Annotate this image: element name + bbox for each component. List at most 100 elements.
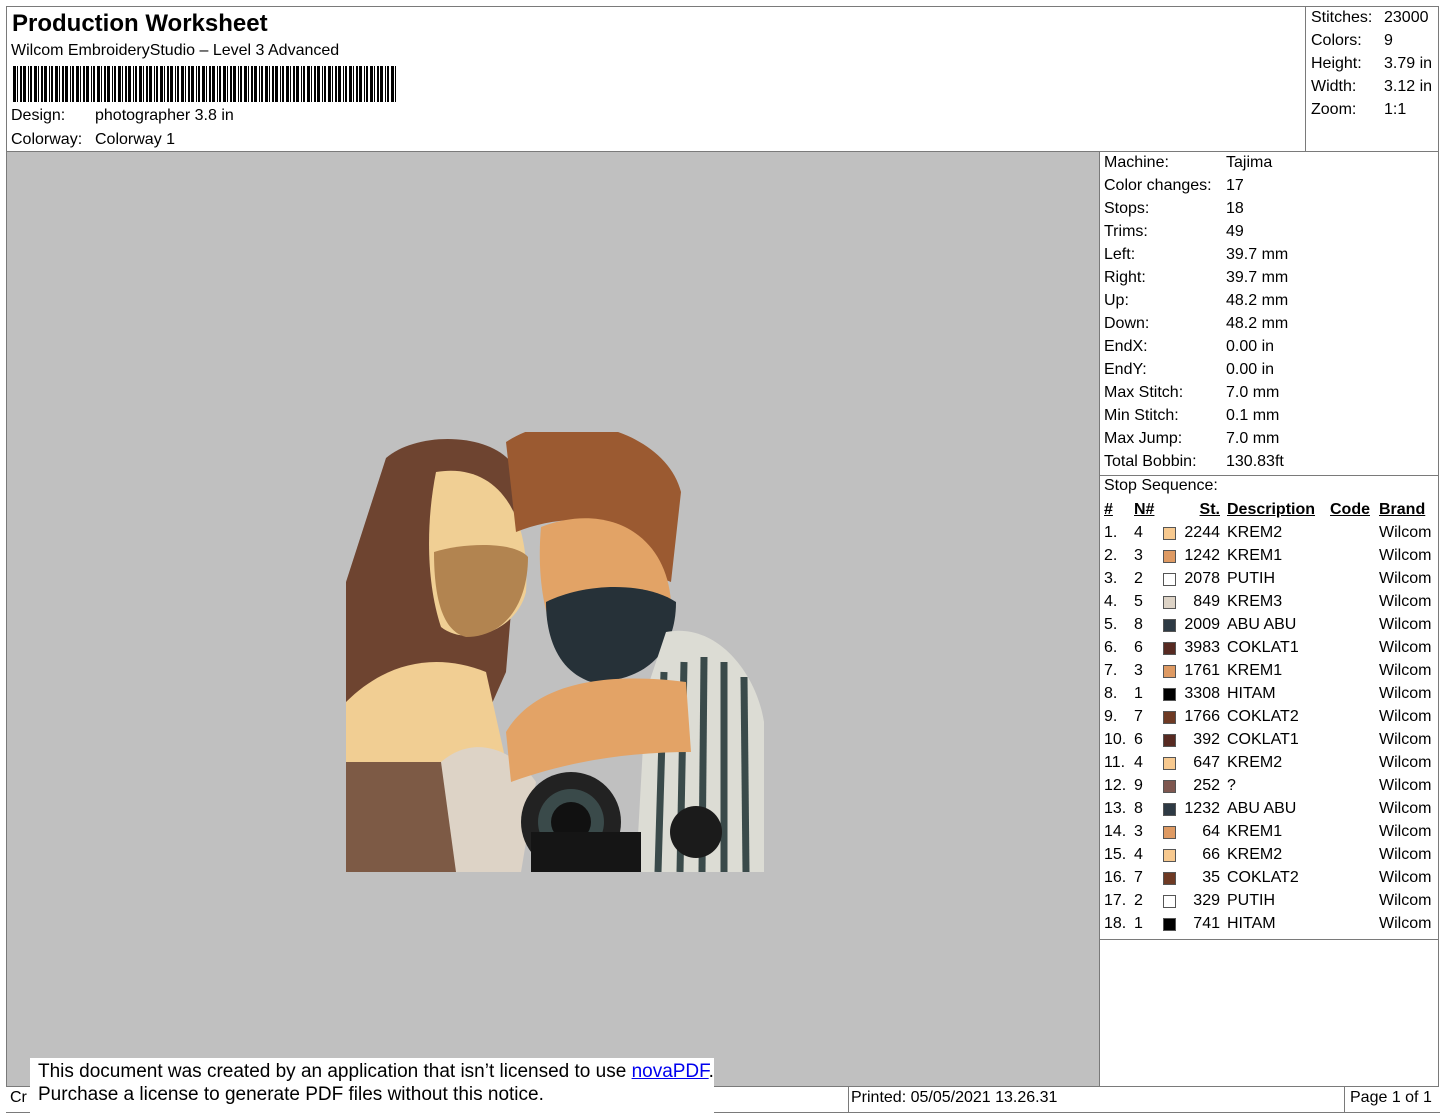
row-description: KREM1 xyxy=(1227,547,1283,564)
design-value: photographer 3.8 in xyxy=(95,107,234,124)
row-stitches: 2009 xyxy=(1184,616,1220,633)
row-description: ABU ABU xyxy=(1227,616,1297,633)
thread-color-swatch xyxy=(1163,757,1176,770)
stop-sequence-row: 16. 7 35 COKLAT2 Wilcom xyxy=(1100,868,1440,891)
info-label: EndY: xyxy=(1104,361,1147,378)
row-brand: Wilcom xyxy=(1379,754,1432,771)
design-row: Design: photographer 3.8 in xyxy=(11,107,234,125)
row-needle: 4 xyxy=(1134,754,1143,771)
machine-info-row: Left: 39.7 mm xyxy=(1104,245,1288,268)
thread-color-swatch xyxy=(1163,596,1176,609)
info-value: 130.83ft xyxy=(1226,453,1284,470)
colorway-row: Colorway: Colorway 1 xyxy=(11,131,175,149)
info-label: Max Jump: xyxy=(1104,430,1183,447)
info-label: Max Stitch: xyxy=(1104,384,1184,401)
thread-color-swatch xyxy=(1163,826,1176,839)
info-value: 39.7 mm xyxy=(1226,269,1289,286)
stat-label: Height: xyxy=(1311,55,1362,72)
thread-color-swatch xyxy=(1163,688,1176,701)
info-value: 0.00 in xyxy=(1226,338,1275,355)
info-value: 39.7 mm xyxy=(1226,246,1289,263)
notice-text: This document was created by an applicat… xyxy=(38,1061,627,1082)
stat-value: 3.79 in xyxy=(1384,55,1433,72)
stop-sequence-row: 6. 6 3983 COKLAT1 Wilcom xyxy=(1100,638,1440,661)
stop-sequence-row: 3. 2 2078 PUTIH Wilcom xyxy=(1100,569,1440,592)
row-needle: 2 xyxy=(1134,892,1143,909)
row-brand: Wilcom xyxy=(1379,846,1432,863)
info-value: 7.0 mm xyxy=(1226,430,1280,447)
stop-sequence-row: 14. 3 64 KREM1 Wilcom xyxy=(1100,822,1440,845)
row-needle: 3 xyxy=(1134,662,1143,679)
info-value: 49 xyxy=(1226,223,1244,240)
thread-color-swatch xyxy=(1163,872,1176,885)
row-brand: Wilcom xyxy=(1379,593,1432,610)
row-description: ? xyxy=(1227,777,1236,794)
row-brand: Wilcom xyxy=(1379,685,1432,702)
stop-sequence-row: 5. 8 2009 ABU ABU Wilcom xyxy=(1100,615,1440,638)
machine-info-row: Stops: 18 xyxy=(1104,199,1244,222)
row-description: KREM1 xyxy=(1227,662,1283,679)
stop-sequence-row: 2. 3 1242 KREM1 Wilcom xyxy=(1100,546,1440,569)
machine-info-row: Right: 39.7 mm xyxy=(1104,268,1288,291)
row-stitches: 392 xyxy=(1193,731,1220,748)
row-stitches: 66 xyxy=(1202,846,1220,863)
machine-info-row: Total Bobbin: 130.83ft xyxy=(1104,452,1284,475)
row-needle: 1 xyxy=(1134,685,1143,702)
row-description: KREM1 xyxy=(1227,823,1283,840)
row-index: 10. xyxy=(1104,731,1127,748)
row-brand: Wilcom xyxy=(1379,524,1432,541)
row-description: COKLAT1 xyxy=(1227,639,1299,656)
stop-sequence-row: 13. 8 1232 ABU ABU Wilcom xyxy=(1100,799,1440,822)
notice-line-2: Purchase a license to generate PDF files… xyxy=(38,1084,544,1105)
info-value: 48.2 mm xyxy=(1226,315,1289,332)
footer-divider xyxy=(848,1087,849,1112)
info-value: 7.0 mm xyxy=(1226,384,1280,401)
col-code: Code xyxy=(1330,501,1370,518)
row-index: 13. xyxy=(1104,800,1127,817)
info-value: 0.00 in xyxy=(1226,361,1275,378)
row-index: 17. xyxy=(1104,892,1127,909)
stat-label: Stitches: xyxy=(1311,9,1373,26)
design-label: Design: xyxy=(11,107,66,124)
row-stitches: 741 xyxy=(1193,915,1220,932)
design-stats: Stitches: 23000 Colors: 9 Height: 3.79 in W… xyxy=(1305,6,1439,152)
row-needle: 4 xyxy=(1134,846,1143,863)
row-brand: Wilcom xyxy=(1379,823,1432,840)
row-stitches: 64 xyxy=(1202,823,1220,840)
row-description: COKLAT2 xyxy=(1227,708,1299,725)
row-needle: 5 xyxy=(1134,593,1143,610)
machine-info-row: EndY: 0.00 in xyxy=(1104,360,1274,383)
machine-info-row: Max Jump: 7.0 mm xyxy=(1104,429,1279,452)
row-stitches: 1232 xyxy=(1184,800,1220,817)
row-index: 18. xyxy=(1104,915,1127,932)
col-stitches: St. xyxy=(1199,501,1220,518)
license-notice: This document was created by an applicat… xyxy=(30,1058,714,1113)
row-needle: 9 xyxy=(1134,777,1143,794)
footer-printed-date: Printed: 05/05/2021 13.26.31 xyxy=(851,1089,1058,1106)
thread-color-swatch xyxy=(1163,849,1176,862)
machine-info-row: Min Stitch: 0.1 mm xyxy=(1104,406,1279,429)
info-label: Left: xyxy=(1104,246,1136,263)
stat-value: 1:1 xyxy=(1384,101,1407,118)
info-value: 17 xyxy=(1226,177,1244,194)
section-divider xyxy=(1100,939,1438,940)
row-brand: Wilcom xyxy=(1379,731,1432,748)
info-label: Machine: xyxy=(1104,154,1169,171)
row-stitches: 1242 xyxy=(1184,547,1220,564)
col-needle: N# xyxy=(1134,501,1155,518)
row-brand: Wilcom xyxy=(1379,708,1432,725)
stat-height: Height: 3.79 in xyxy=(1311,55,1432,73)
row-stitches: 252 xyxy=(1193,777,1220,794)
row-description: COKLAT1 xyxy=(1227,731,1299,748)
col-brand: Brand xyxy=(1379,501,1426,518)
novapdf-link[interactable]: novaPDF xyxy=(632,1061,709,1082)
row-stitches: 35 xyxy=(1202,869,1220,886)
stop-sequence-row: 9. 7 1766 COKLAT2 Wilcom xyxy=(1100,707,1440,730)
stop-sequence-row: 1. 4 2244 KREM2 Wilcom xyxy=(1100,523,1440,546)
row-stitches: 3983 xyxy=(1184,639,1220,656)
thread-color-swatch xyxy=(1163,573,1176,586)
footer-page-number: Page 1 of 1 xyxy=(1350,1089,1432,1106)
row-index: 5. xyxy=(1104,616,1118,633)
row-index: 12. xyxy=(1104,777,1127,794)
thread-color-swatch xyxy=(1163,527,1176,540)
